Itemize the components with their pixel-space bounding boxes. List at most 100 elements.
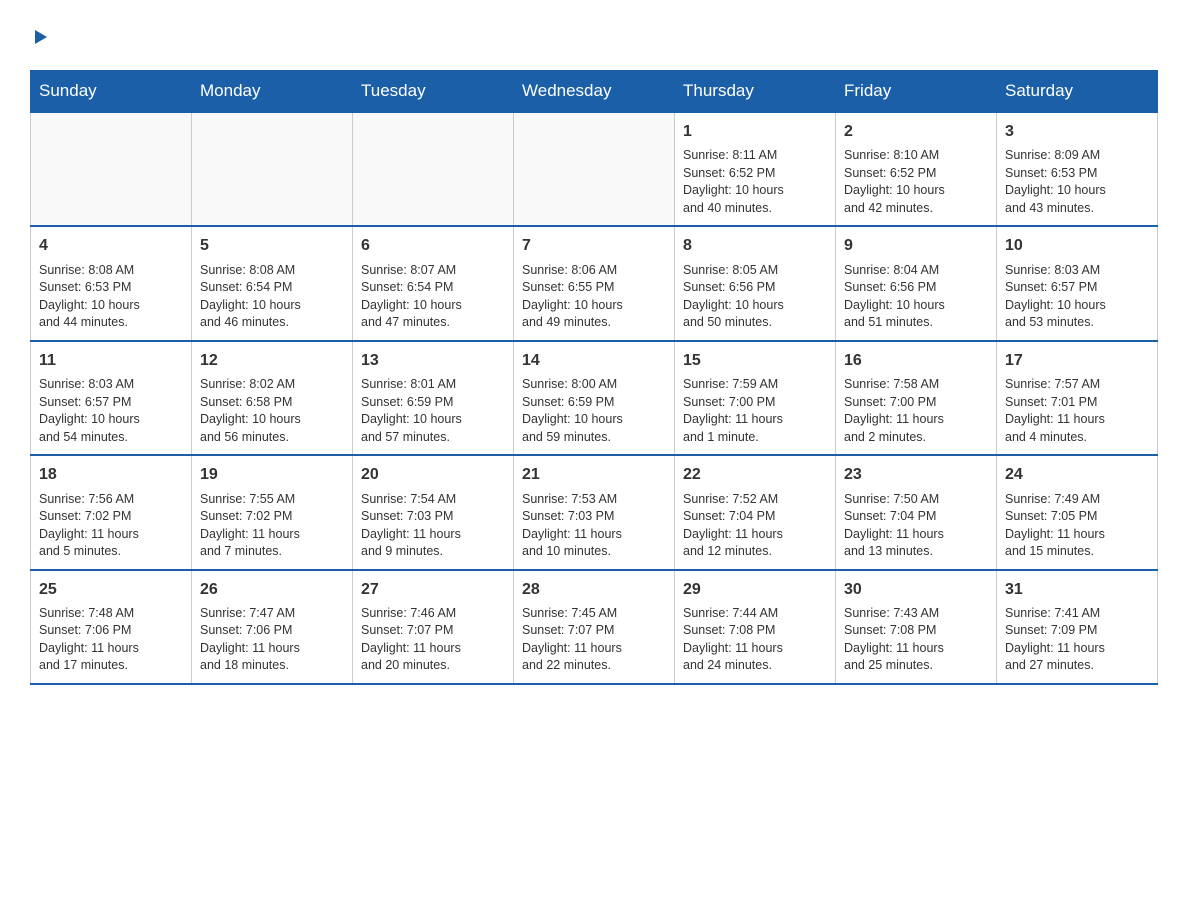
day-info: Sunrise: 7:44 AM Sunset: 7:08 PM Dayligh… — [683, 605, 827, 675]
day-number: 3 — [1005, 121, 1149, 143]
day-info: Sunrise: 7:41 AM Sunset: 7:09 PM Dayligh… — [1005, 605, 1149, 675]
day-number: 14 — [522, 350, 666, 372]
calendar-cell: 5 Sunrise: 8:08 AM Sunset: 6:54 PM Daylig… — [192, 226, 353, 340]
calendar-cell — [514, 112, 675, 226]
calendar-cell: 3 Sunrise: 8:09 AM Sunset: 6:53 PM Daylig… — [997, 112, 1158, 226]
day-number: 11 — [39, 350, 183, 372]
calendar-header-wednesday: Wednesday — [514, 71, 675, 113]
calendar-cell: 30 Sunrise: 7:43 AM Sunset: 7:08 PM Dayli… — [836, 570, 997, 684]
day-info: Sunrise: 8:07 AM Sunset: 6:54 PM Dayligh… — [361, 262, 505, 332]
day-info: Sunrise: 8:02 AM Sunset: 6:58 PM Dayligh… — [200, 376, 344, 446]
day-number: 4 — [39, 235, 183, 257]
calendar-cell: 29 Sunrise: 7:44 AM Sunset: 7:08 PM Dayli… — [675, 570, 836, 684]
day-info: Sunrise: 7:58 AM Sunset: 7:00 PM Dayligh… — [844, 376, 988, 446]
calendar-cell: 4Sunrise: 8:08 AM Sunset: 6:53 PM Daylig… — [31, 226, 192, 340]
day-number: 30 — [844, 579, 988, 601]
day-info: Sunrise: 7:49 AM Sunset: 7:05 PM Dayligh… — [1005, 491, 1149, 561]
calendar-cell: 10Sunrise: 8:03 AM Sunset: 6:57 PM Dayli… — [997, 226, 1158, 340]
day-info: Sunrise: 7:48 AM Sunset: 7:06 PM Dayligh… — [39, 605, 183, 675]
calendar-header-sunday: Sunday — [31, 71, 192, 113]
calendar-cell: 8 Sunrise: 8:05 AM Sunset: 6:56 PM Daylig… — [675, 226, 836, 340]
day-info: Sunrise: 8:00 AM Sunset: 6:59 PM Dayligh… — [522, 376, 666, 446]
logo-arrow-icon — [33, 20, 51, 54]
calendar-cell: 15Sunrise: 7:59 AM Sunset: 7:00 PM Dayli… — [675, 341, 836, 455]
calendar-cell: 1Sunrise: 8:11 AM Sunset: 6:52 PM Daylig… — [675, 112, 836, 226]
calendar-week-4: 18Sunrise: 7:56 AM Sunset: 7:02 PM Dayli… — [31, 455, 1158, 569]
day-info: Sunrise: 7:46 AM Sunset: 7:07 PM Dayligh… — [361, 605, 505, 675]
calendar-header-saturday: Saturday — [997, 71, 1158, 113]
day-info: Sunrise: 7:54 AM Sunset: 7:03 PM Dayligh… — [361, 491, 505, 561]
day-info: Sunrise: 7:50 AM Sunset: 7:04 PM Dayligh… — [844, 491, 988, 561]
day-info: Sunrise: 7:43 AM Sunset: 7:08 PM Dayligh… — [844, 605, 988, 675]
day-number: 6 — [361, 235, 505, 257]
calendar-cell — [192, 112, 353, 226]
calendar-cell: 25 Sunrise: 7:48 AM Sunset: 7:06 PM Dayli… — [31, 570, 192, 684]
day-info: Sunrise: 7:57 AM Sunset: 7:01 PM Dayligh… — [1005, 376, 1149, 446]
calendar-cell: 13 Sunrise: 8:01 AM Sunset: 6:59 PM Dayli… — [353, 341, 514, 455]
day-info: Sunrise: 7:59 AM Sunset: 7:00 PM Dayligh… — [683, 376, 827, 446]
calendar-cell: 21 Sunrise: 7:53 AM Sunset: 7:03 PM Dayli… — [514, 455, 675, 569]
day-info: Sunrise: 8:03 AM Sunset: 6:57 PM Dayligh… — [1005, 262, 1149, 332]
calendar-week-1: 1Sunrise: 8:11 AM Sunset: 6:52 PM Daylig… — [31, 112, 1158, 226]
day-info: Sunrise: 7:56 AM Sunset: 7:02 PM Dayligh… — [39, 491, 183, 561]
calendar-header-friday: Friday — [836, 71, 997, 113]
calendar-cell: 18Sunrise: 7:56 AM Sunset: 7:02 PM Dayli… — [31, 455, 192, 569]
day-number: 16 — [844, 350, 988, 372]
day-number: 25 — [39, 579, 183, 601]
calendar-header-tuesday: Tuesday — [353, 71, 514, 113]
day-number: 9 — [844, 235, 988, 257]
day-number: 21 — [522, 464, 666, 486]
calendar-cell: 11 Sunrise: 8:03 AM Sunset: 6:57 PM Dayli… — [31, 341, 192, 455]
calendar-header-row: SundayMondayTuesdayWednesdayThursdayFrid… — [31, 71, 1158, 113]
day-number: 13 — [361, 350, 505, 372]
calendar-week-2: 4Sunrise: 8:08 AM Sunset: 6:53 PM Daylig… — [31, 226, 1158, 340]
day-info: Sunrise: 8:09 AM Sunset: 6:53 PM Dayligh… — [1005, 147, 1149, 217]
day-info: Sunrise: 8:03 AM Sunset: 6:57 PM Dayligh… — [39, 376, 183, 446]
calendar-cell — [353, 112, 514, 226]
day-info: Sunrise: 8:05 AM Sunset: 6:56 PM Dayligh… — [683, 262, 827, 332]
calendar-cell: 23 Sunrise: 7:50 AM Sunset: 7:04 PM Dayli… — [836, 455, 997, 569]
day-info: Sunrise: 7:55 AM Sunset: 7:02 PM Dayligh… — [200, 491, 344, 561]
calendar-cell: 12 Sunrise: 8:02 AM Sunset: 6:58 PM Dayli… — [192, 341, 353, 455]
day-info: Sunrise: 8:08 AM Sunset: 6:54 PM Dayligh… — [200, 262, 344, 332]
calendar-header-thursday: Thursday — [675, 71, 836, 113]
day-info: Sunrise: 8:10 AM Sunset: 6:52 PM Dayligh… — [844, 147, 988, 217]
logo — [30, 20, 51, 50]
day-number: 22 — [683, 464, 827, 486]
calendar-table: SundayMondayTuesdayWednesdayThursdayFrid… — [30, 70, 1158, 685]
calendar-cell: 27Sunrise: 7:46 AM Sunset: 7:07 PM Dayli… — [353, 570, 514, 684]
calendar-cell: 22Sunrise: 7:52 AM Sunset: 7:04 PM Dayli… — [675, 455, 836, 569]
logo-line1 — [30, 20, 51, 54]
day-number: 17 — [1005, 350, 1149, 372]
calendar-cell: 6 Sunrise: 8:07 AM Sunset: 6:54 PM Daylig… — [353, 226, 514, 340]
day-number: 23 — [844, 464, 988, 486]
calendar-cell: 24 Sunrise: 7:49 AM Sunset: 7:05 PM Dayli… — [997, 455, 1158, 569]
day-number: 12 — [200, 350, 344, 372]
day-info: Sunrise: 7:53 AM Sunset: 7:03 PM Dayligh… — [522, 491, 666, 561]
calendar-cell — [31, 112, 192, 226]
day-number: 19 — [200, 464, 344, 486]
day-number: 7 — [522, 235, 666, 257]
day-number: 5 — [200, 235, 344, 257]
day-info: Sunrise: 7:45 AM Sunset: 7:07 PM Dayligh… — [522, 605, 666, 675]
day-number: 31 — [1005, 579, 1149, 601]
calendar-cell: 19 Sunrise: 7:55 AM Sunset: 7:02 PM Dayli… — [192, 455, 353, 569]
day-info: Sunrise: 8:06 AM Sunset: 6:55 PM Dayligh… — [522, 262, 666, 332]
day-number: 26 — [200, 579, 344, 601]
calendar-cell: 17 Sunrise: 7:57 AM Sunset: 7:01 PM Dayli… — [997, 341, 1158, 455]
day-number: 20 — [361, 464, 505, 486]
calendar-header-monday: Monday — [192, 71, 353, 113]
day-number: 24 — [1005, 464, 1149, 486]
calendar-cell: 2Sunrise: 8:10 AM Sunset: 6:52 PM Daylig… — [836, 112, 997, 226]
day-info: Sunrise: 8:01 AM Sunset: 6:59 PM Dayligh… — [361, 376, 505, 446]
day-number: 28 — [522, 579, 666, 601]
calendar-cell: 9 Sunrise: 8:04 AM Sunset: 6:56 PM Daylig… — [836, 226, 997, 340]
day-number: 29 — [683, 579, 827, 601]
day-info: Sunrise: 8:04 AM Sunset: 6:56 PM Dayligh… — [844, 262, 988, 332]
day-info: Sunrise: 8:11 AM Sunset: 6:52 PM Dayligh… — [683, 147, 827, 217]
day-info: Sunrise: 7:47 AM Sunset: 7:06 PM Dayligh… — [200, 605, 344, 675]
calendar-week-5: 25 Sunrise: 7:48 AM Sunset: 7:06 PM Dayli… — [31, 570, 1158, 684]
day-number: 8 — [683, 235, 827, 257]
calendar-cell: 20 Sunrise: 7:54 AM Sunset: 7:03 PM Dayli… — [353, 455, 514, 569]
calendar-cell: 28 Sunrise: 7:45 AM Sunset: 7:07 PM Dayli… — [514, 570, 675, 684]
